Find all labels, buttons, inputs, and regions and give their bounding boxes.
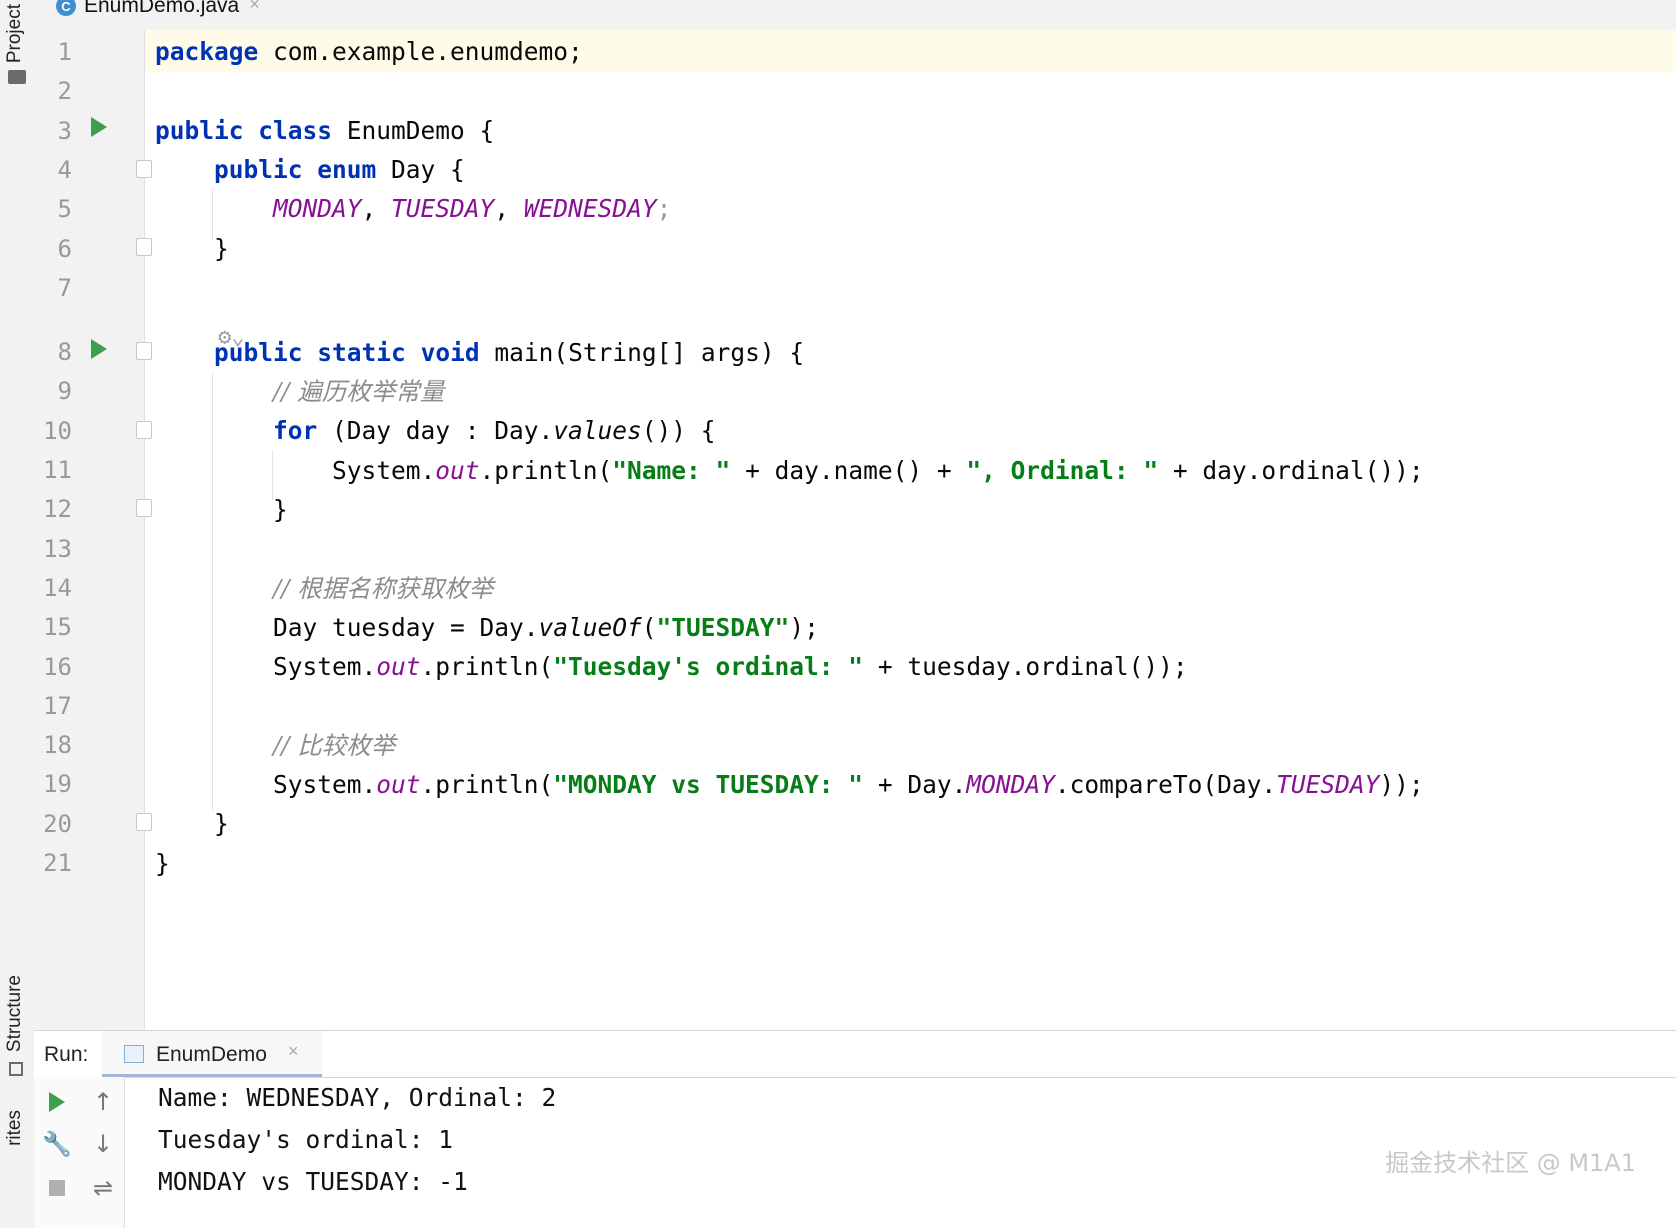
line-number: 9 bbox=[57, 377, 72, 406]
wrench-icon[interactable]: 🔧 bbox=[42, 1129, 72, 1159]
code-line-21: } bbox=[155, 849, 170, 878]
line-number: 1 bbox=[57, 38, 72, 66]
line-number: 15 bbox=[43, 613, 72, 642]
line-number: 6 bbox=[57, 234, 72, 263]
console-line: MONDAY vs TUESDAY: -1 bbox=[158, 1167, 468, 1196]
fold-marker[interactable] bbox=[136, 342, 152, 360]
code-line-19: System.out.println("MONDAY vs TUESDAY: "… bbox=[273, 770, 1424, 799]
code-line-1: package com.example.enumdemo; bbox=[155, 37, 583, 66]
code-line-3: public class EnumDemo { bbox=[155, 116, 495, 145]
line-number: 10 bbox=[43, 416, 72, 445]
project-tool-tab[interactable]: Project bbox=[4, 4, 26, 63]
editor-tab-label: EnumDemo.java bbox=[84, 0, 240, 17]
code-line-4: public enum Day { bbox=[214, 155, 465, 184]
console-output[interactable]: Name: WEDNESDAY, Ordinal: 2 Tuesday's ord… bbox=[158, 1077, 556, 1203]
rerun-icon[interactable] bbox=[42, 1087, 72, 1117]
scroll-down-icon[interactable]: ↓ bbox=[88, 1129, 118, 1159]
line-number: 2 bbox=[57, 77, 72, 106]
fold-marker[interactable] bbox=[136, 160, 152, 178]
fold-marker[interactable] bbox=[136, 813, 152, 831]
close-run-tab-icon[interactable]: × bbox=[288, 1041, 299, 1062]
run-toolbar: ↑ 🔧 ↓ ⇌ bbox=[34, 1077, 125, 1228]
run-panel-header: Run: EnumDemo × bbox=[34, 1031, 1676, 1078]
fold-marker[interactable] bbox=[136, 238, 152, 256]
code-line-11: System.out.println("Name: " + day.name()… bbox=[332, 456, 1424, 485]
console-icon bbox=[124, 1045, 144, 1063]
code-line-12: } bbox=[273, 495, 288, 524]
java-class-icon: C bbox=[56, 0, 76, 16]
code-line-20: } bbox=[214, 809, 229, 838]
run-tab-enumdemo[interactable]: EnumDemo × bbox=[102, 1031, 322, 1077]
code-line-15: Day tuesday = Day.valueOf("TUESDAY"); bbox=[273, 613, 819, 642]
structure-icon[interactable] bbox=[9, 1062, 23, 1076]
line-number: 5 bbox=[57, 195, 72, 224]
line-number: 12 bbox=[43, 495, 72, 524]
soft-wrap-icon[interactable]: ⇌ bbox=[88, 1173, 118, 1203]
code-line-16: System.out.println("Tuesday's ordinal: "… bbox=[273, 652, 1188, 681]
scroll-up-icon[interactable]: ↑ bbox=[88, 1087, 118, 1117]
line-number: 16 bbox=[43, 652, 72, 681]
console-line: Tuesday's ordinal: 1 bbox=[158, 1125, 454, 1154]
run-tab-label: EnumDemo bbox=[156, 1043, 267, 1066]
fold-marker[interactable] bbox=[136, 421, 152, 439]
structure-tool-tab[interactable]: Structure bbox=[4, 975, 26, 1052]
code-line-6: } bbox=[214, 234, 229, 263]
code-line-18: // 比较枚举 bbox=[273, 731, 396, 760]
line-number: 20 bbox=[43, 809, 72, 838]
line-number: 19 bbox=[43, 770, 72, 799]
editor-tab-enumdemo[interactable]: C EnumDemo.java × bbox=[46, 0, 316, 33]
run-panel: Run: EnumDemo × ↑ 🔧 ↓ ⇌ Name: WEDNESDAY,… bbox=[34, 1030, 1676, 1228]
line-number: 8 bbox=[57, 338, 72, 367]
code-line-5: MONDAY, TUESDAY, WEDNESDAY; bbox=[273, 194, 672, 223]
stop-icon[interactable] bbox=[42, 1173, 72, 1203]
code-line-9: // 遍历枚举常量 bbox=[273, 377, 445, 406]
line-number: 11 bbox=[43, 456, 72, 484]
favorites-tool-tab[interactable]: rites bbox=[4, 1110, 26, 1146]
line-number: 13 bbox=[43, 534, 72, 563]
run-class-gutter-icon[interactable] bbox=[91, 117, 107, 137]
code-line-14: // 根据名称获取枚举 bbox=[273, 574, 494, 603]
editor-tab-bar: C EnumDemo.java × bbox=[34, 0, 1676, 33]
run-label: Run: bbox=[44, 1043, 89, 1066]
line-number: 17 bbox=[43, 691, 72, 720]
fold-marker[interactable] bbox=[136, 499, 152, 517]
line-number: 14 bbox=[43, 573, 72, 602]
line-number: 18 bbox=[43, 731, 72, 760]
line-number: 3 bbox=[57, 116, 72, 145]
line-number: 7 bbox=[57, 273, 72, 302]
line-number: 21 bbox=[43, 849, 72, 877]
folder-icon[interactable] bbox=[8, 70, 26, 84]
close-tab-icon[interactable]: × bbox=[249, 0, 260, 15]
watermark: 掘金技术社区 @ M1A1 bbox=[1385, 1149, 1636, 1177]
line-number: 4 bbox=[57, 155, 72, 184]
run-main-gutter-icon[interactable] bbox=[91, 339, 107, 359]
left-tool-strip: Project Structure rites bbox=[0, 0, 35, 1228]
console-line: Name: WEDNESDAY, Ordinal: 2 bbox=[158, 1083, 557, 1112]
code-line-10: for (Day day : Day.values()) { bbox=[273, 416, 716, 445]
code-line-8: public static void main(String[] args) { bbox=[214, 338, 805, 367]
